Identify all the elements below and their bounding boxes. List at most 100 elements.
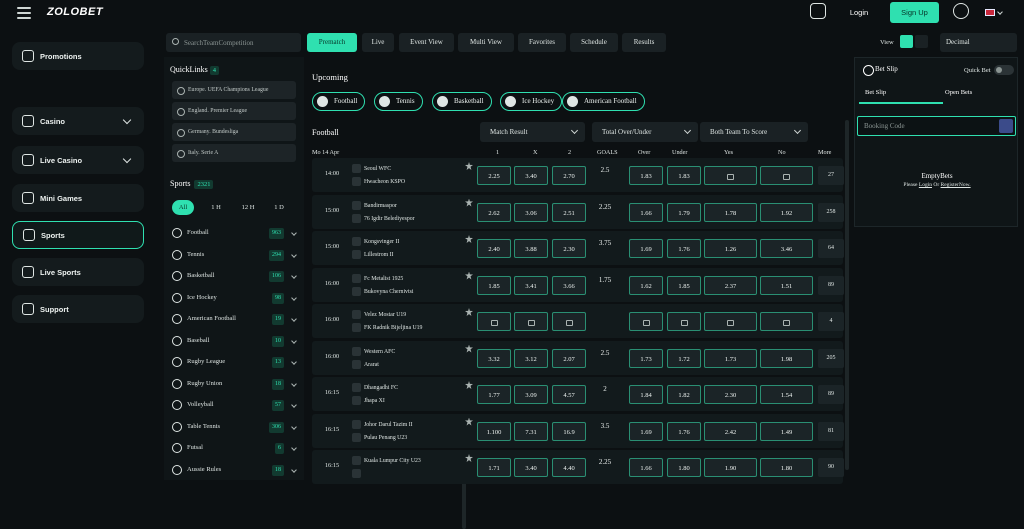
odds-button[interactable]: 1.85 <box>477 275 511 295</box>
odds-button[interactable]: 2.37 <box>704 275 757 295</box>
odds-button[interactable]: 3.88 <box>514 239 548 258</box>
odds-button[interactable]: 4.57 <box>552 385 586 404</box>
more-markets-button[interactable]: 89 <box>818 385 844 404</box>
more-markets-button[interactable]: 205 <box>818 348 844 368</box>
odds-button[interactable] <box>629 312 663 331</box>
menu-icon[interactable] <box>17 7 31 19</box>
odds-button[interactable]: 2.42 <box>704 421 757 441</box>
odds-button[interactable]: 3.66 <box>552 275 586 295</box>
goals-line[interactable]: 2.25 <box>592 458 618 466</box>
odds-button[interactable]: 1.78 <box>704 202 757 222</box>
quicklink-item[interactable]: Italy. Serie A <box>172 144 296 162</box>
odds-button[interactable]: 1.66 <box>629 202 663 222</box>
odds-button[interactable]: 16.9 <box>552 421 586 441</box>
match-row[interactable]: 16:00 Western AFC Ararat 3.32 3.12 2.07 1.73 1.… <box>312 340 844 375</box>
sport-filter-button[interactable]: Basketball <box>432 92 492 111</box>
odds-button[interactable] <box>760 312 813 331</box>
odds-button[interactable] <box>760 166 813 185</box>
match-row[interactable]: 16:15 Kuala Lumpur City U23 1.71 3.40 4.40 1.… <box>312 450 844 484</box>
odds-button[interactable]: 1.76 <box>667 421 701 441</box>
odds-button[interactable] <box>514 312 548 331</box>
odds-button[interactable]: 4.40 <box>552 458 586 477</box>
booking-code-input[interactable]: Booking Code <box>857 116 1016 136</box>
match-row[interactable]: 16:15 Johor Darul Tazim II Pulau Penang U2… <box>312 413 844 448</box>
goals-line[interactable]: 3.75 <box>592 239 618 247</box>
sidebar-item-support[interactable]: Support <box>12 295 144 323</box>
tab-event-view[interactable]: Event View <box>399 33 454 52</box>
odds-button[interactable]: 1.83 <box>667 166 701 185</box>
sport-item[interactable]: Rugby League 13 <box>172 352 297 372</box>
market-select-1[interactable]: Match Result <box>480 122 585 142</box>
match-row[interactable]: 16:00 Fc Metalist 1925 Bukovyna Chernivtsi… <box>312 267 844 302</box>
sport-filter-button[interactable]: Tennis <box>374 92 423 111</box>
sidebar-item-sports[interactable]: Sports <box>12 221 144 249</box>
tab-bet-slip[interactable]: Bet Slip <box>865 89 886 96</box>
more-markets-button[interactable]: 27 <box>818 166 844 185</box>
odds-button[interactable]: 2.51 <box>552 202 586 222</box>
quicklink-item[interactable]: Germany. Bundesliga <box>172 123 296 141</box>
favorite-star-icon[interactable] <box>465 381 473 389</box>
sport-item[interactable]: Table Tennis 306 <box>172 417 297 437</box>
odds-button[interactable]: 2.25 <box>477 166 511 185</box>
uk-flag-icon[interactable] <box>985 9 995 16</box>
market-select-3[interactable]: Both Team To Score <box>700 122 808 142</box>
promo-icon[interactable] <box>810 3 826 19</box>
tab-favorites[interactable]: Favorites <box>518 33 566 52</box>
settings-icon[interactable] <box>953 3 969 19</box>
sport-item[interactable]: Football 963 <box>172 223 297 243</box>
sport-filter-button[interactable]: Ice Hockey <box>500 92 563 111</box>
goals-line[interactable]: 3.5 <box>592 422 618 430</box>
odds-button[interactable]: 3.40 <box>514 458 548 477</box>
sport-filter-button[interactable]: American Football <box>562 92 645 111</box>
sidebar-item-mini-games[interactable]: Mini Games <box>12 184 144 212</box>
odds-button[interactable] <box>667 312 701 331</box>
tab-schedule[interactable]: Schedule <box>570 33 618 52</box>
odds-button[interactable]: 1.72 <box>667 348 701 368</box>
market-select-2[interactable]: Total Over/Under <box>592 122 698 142</box>
odds-button[interactable]: 1.69 <box>629 239 663 258</box>
list-view-icon[interactable] <box>900 35 913 48</box>
odds-button[interactable]: 1.80 <box>667 458 701 477</box>
sport-item[interactable]: Basketball 106 <box>172 266 297 286</box>
more-markets-button[interactable]: 258 <box>818 202 844 222</box>
odds-button[interactable]: 1.76 <box>667 239 701 258</box>
odds-button[interactable]: 1.79 <box>667 202 701 222</box>
odds-button[interactable]: 1.85 <box>667 275 701 295</box>
favorite-star-icon[interactable] <box>465 235 473 243</box>
quick-bet-toggle[interactable] <box>994 65 1014 75</box>
odds-button[interactable]: 1.82 <box>667 385 701 404</box>
odds-button[interactable]: 1.83 <box>629 166 663 185</box>
logo[interactable]: ZOLOBET <box>47 6 103 18</box>
odds-button[interactable]: 2.70 <box>552 166 586 185</box>
sport-filter-button[interactable]: Football <box>312 92 366 111</box>
odds-button[interactable] <box>552 312 586 331</box>
match-row[interactable]: 15:00 Kongsvinger II Lillestrom II 2.40 3.88… <box>312 231 844 265</box>
sport-item[interactable]: Baseball 10 <box>172 331 297 351</box>
odds-button[interactable]: 1.71 <box>477 458 511 477</box>
sport-item[interactable]: Aussie Rules 18 <box>172 460 297 480</box>
match-row[interactable]: 16:15 Dhangadhi FC Jhapa XI 1.77 3.09 4.57 1.8… <box>312 377 844 411</box>
register-link[interactable]: RegisterNow. <box>941 182 971 188</box>
odds-button[interactable]: 3.46 <box>760 239 813 258</box>
chip-1h[interactable]: 1 H <box>204 200 228 215</box>
odds-button[interactable]: 3.09 <box>514 385 548 404</box>
favorite-star-icon[interactable] <box>465 344 473 353</box>
sport-item[interactable]: Futsal 6 <box>172 438 297 458</box>
odds-button[interactable]: 1.98 <box>760 348 813 368</box>
odds-button[interactable]: 1.80 <box>760 458 813 477</box>
sidebar-item-live-casino[interactable]: Live Casino <box>12 146 144 174</box>
odds-button[interactable]: 3.40 <box>514 166 548 185</box>
odds-button[interactable]: 1.77 <box>477 385 511 404</box>
odds-button[interactable] <box>704 166 757 185</box>
favorite-star-icon[interactable] <box>465 271 473 280</box>
goals-line[interactable]: 2 <box>592 385 618 393</box>
sport-item[interactable]: American Football 19 <box>172 309 297 329</box>
more-markets-button[interactable]: 81 <box>818 421 844 441</box>
odds-button[interactable]: 1.90 <box>704 458 757 477</box>
sidebar-item-promotions[interactable]: Promotions <box>12 42 144 70</box>
favorite-star-icon[interactable] <box>465 198 473 207</box>
signup-button[interactable]: Sign Up <box>890 2 939 23</box>
sport-item[interactable]: Rugby Union 18 <box>172 374 297 394</box>
tab-results[interactable]: Results <box>622 33 666 52</box>
favorite-star-icon[interactable] <box>465 308 473 316</box>
